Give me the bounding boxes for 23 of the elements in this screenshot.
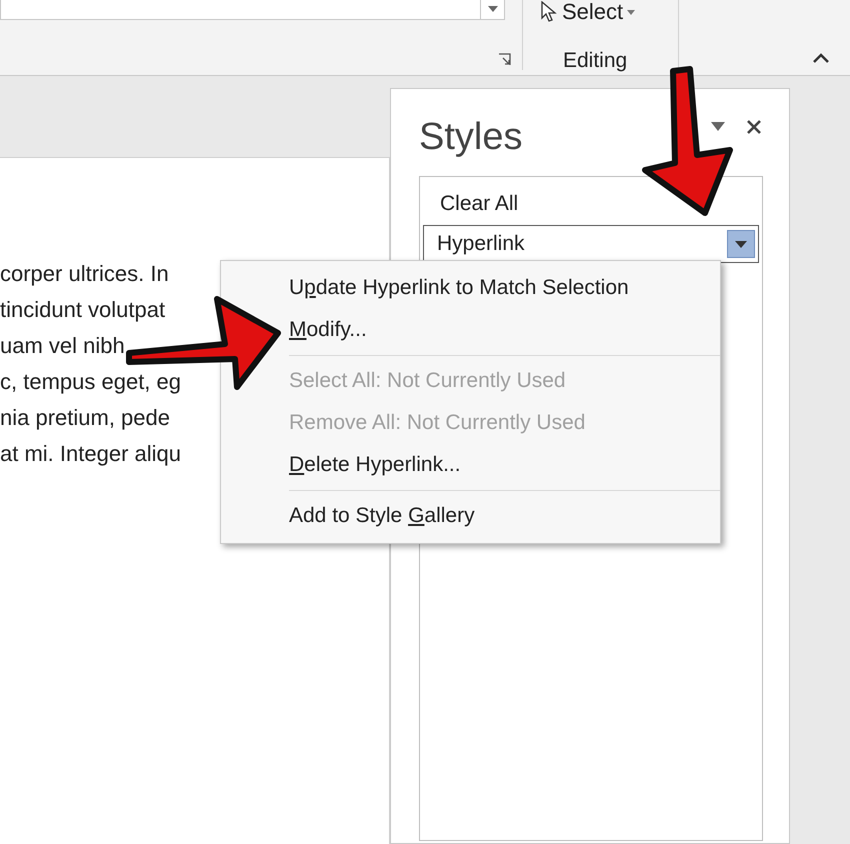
pane-title: Styles: [419, 115, 522, 160]
menu-item[interactable]: Add to Style Gallery: [289, 495, 710, 537]
style-item[interactable]: Clear All: [423, 185, 759, 223]
dialog-launcher-icon[interactable]: [498, 53, 511, 66]
menu-item[interactable]: Update Hyperlink to Match Selection: [289, 267, 710, 309]
document-text-line: nia pretium, pede: [0, 404, 170, 432]
document-text-line: corper ultrices. In: [0, 260, 169, 288]
style-dropdown-button[interactable]: [727, 230, 755, 258]
caret-down-icon: [488, 6, 498, 12]
close-icon[interactable]: [746, 119, 762, 135]
document-text-line: tincidunt volutpat: [0, 296, 166, 324]
caret-down-icon: [627, 10, 636, 14]
collapse-ribbon-icon[interactable]: [812, 52, 830, 64]
menu-item[interactable]: Delete Hyperlink...: [289, 444, 710, 486]
document-text-line: uam vel nibh: [0, 332, 125, 360]
style-item[interactable]: Hyperlink: [423, 225, 759, 263]
caret-down-icon: [735, 240, 747, 248]
pane-options-icon[interactable]: [711, 122, 725, 131]
select-button[interactable]: Select: [540, 0, 636, 24]
group-label: Editing: [563, 48, 628, 74]
document-text-line: c, tempus eget, eg: [0, 368, 181, 396]
menu-item[interactable]: Modify...: [289, 309, 710, 351]
document-text-line: at mi. Integer aliqu: [0, 440, 181, 468]
